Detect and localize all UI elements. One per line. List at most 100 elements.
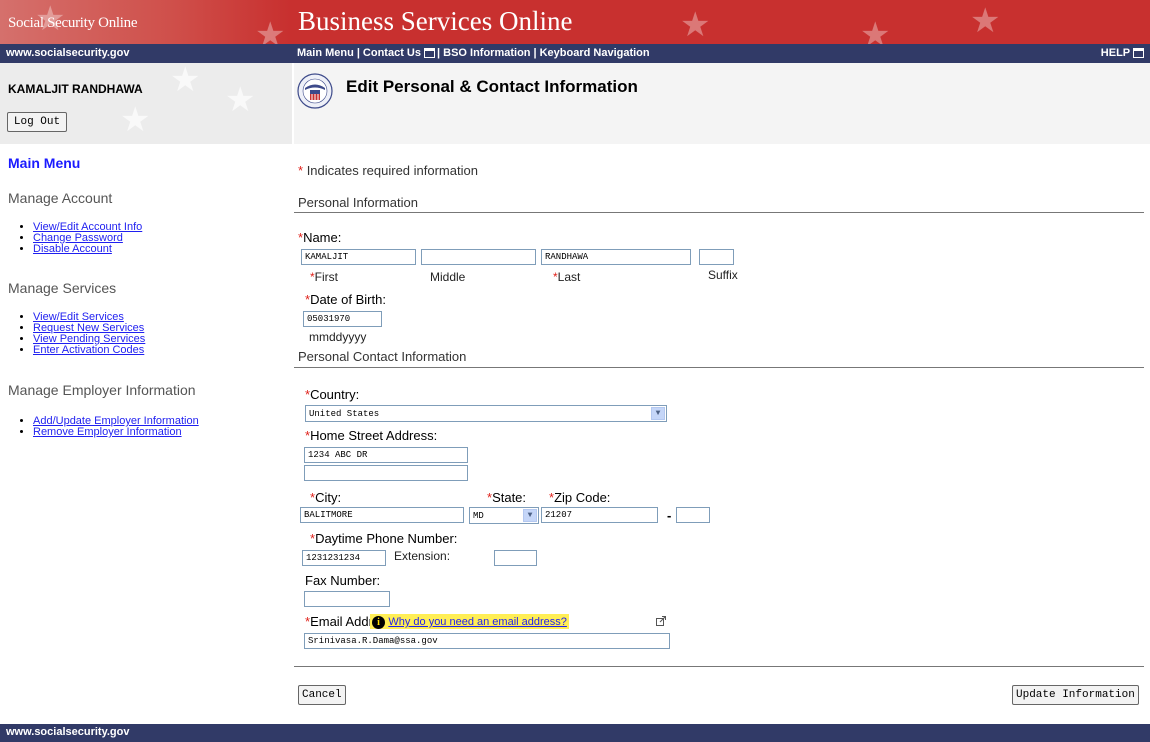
sidebar-item: Enter Activation Codes — [33, 345, 145, 356]
country-label-text: Country: — [310, 387, 360, 402]
logout-button[interactable]: Log Out — [7, 112, 67, 132]
street-address-line1-input[interactable] — [304, 447, 468, 463]
zip-label: *Zip Code: — [549, 490, 610, 505]
city-input[interactable] — [300, 507, 464, 523]
why-email-link[interactable]: Why do you need an email address? — [388, 616, 567, 628]
dob-label-text: Date of Birth: — [310, 292, 386, 307]
sidebar-section-manage-employer: Manage Employer Information — [8, 382, 196, 398]
zip-label-text: Zip Code: — [554, 490, 611, 505]
zip-code-input[interactable] — [541, 507, 658, 523]
external-link-icon[interactable] — [656, 616, 666, 626]
page-title: Edit Personal & Contact Information — [346, 77, 638, 96]
phone-input[interactable] — [302, 550, 386, 566]
new-window-icon — [1133, 48, 1144, 59]
city-label-text: City: — [315, 490, 342, 505]
street-address-line2-input[interactable] — [304, 465, 468, 481]
required-marker: * — [298, 163, 304, 178]
ssa-seal-icon — [297, 73, 333, 109]
street-label: *Home Street Address: — [305, 428, 437, 443]
middle-sublabel: Middle — [430, 270, 466, 284]
zip-plus4-input[interactable] — [676, 507, 710, 523]
state-select-value: MD — [473, 511, 484, 521]
country-label: *Country: — [305, 387, 359, 402]
page-header — [294, 63, 1150, 144]
dob-label: *Date of Birth: — [305, 292, 386, 307]
phone-label-text: Daytime Phone Number: — [315, 531, 458, 546]
sidebar-list-manage-services: View/Edit Services Request New Services … — [0, 312, 145, 356]
name-label-text: Name: — [303, 230, 342, 245]
required-note-text: Indicates required information — [306, 163, 478, 178]
why-email-help: i Why do you need an email address? — [370, 614, 569, 629]
email-input[interactable] — [304, 633, 670, 649]
fax-label: Fax Number: — [305, 573, 381, 588]
footer-site-link[interactable]: www.socialsecurity.gov — [6, 726, 130, 738]
site-brand[interactable]: Social Security Online — [8, 15, 138, 32]
sidebar-list-manage-account: View/Edit Account Info Change Password D… — [0, 222, 142, 255]
star-decoration-icon: ★ — [120, 101, 151, 139]
app-title: Business Services Online — [298, 6, 573, 36]
first-name-input[interactable] — [301, 249, 416, 265]
chevron-down-icon[interactable]: ▼ — [651, 407, 665, 420]
name-label: *Name: — [298, 230, 341, 245]
first-sublabel: *First — [310, 270, 338, 284]
fax-input[interactable] — [304, 591, 390, 607]
new-window-icon — [424, 48, 436, 59]
nav-links: Main Menu | Contact Us | BSO Information | Ke… — [297, 47, 650, 59]
zip-dash: - — [667, 508, 672, 523]
form-divider — [294, 666, 1144, 667]
extension-label: Extension: — [394, 549, 451, 563]
middle-name-input[interactable] — [421, 249, 536, 265]
user-name: KAMALJIT RANDHAWA — [8, 82, 143, 96]
last-sublabel-text: Last — [557, 270, 581, 284]
state-label: *State: — [487, 490, 526, 505]
suffix-input[interactable] — [699, 249, 734, 265]
nav-contact-us-link[interactable]: Contact Us — [363, 47, 421, 59]
sidebar-item-disable-account[interactable]: Disable Account — [33, 243, 112, 255]
update-information-button[interactable]: Update Information — [1012, 685, 1139, 705]
chevron-down-icon[interactable]: ▼ — [523, 509, 537, 522]
sidebar-main-menu-link[interactable]: Main Menu — [8, 155, 80, 171]
help-label: HELP — [1100, 47, 1130, 59]
section-divider — [294, 212, 1144, 213]
help-link[interactable]: HELP — [1101, 47, 1146, 59]
star-decoration-icon: ★ — [255, 16, 286, 44]
state-label-text: State: — [492, 490, 527, 505]
suffix-sublabel: Suffix — [708, 268, 738, 282]
dob-input[interactable] — [303, 311, 382, 327]
sidebar-item-remove-employer[interactable]: Remove Employer Information — [33, 426, 182, 438]
star-decoration-icon: ★ — [860, 16, 891, 44]
cancel-button[interactable]: Cancel — [298, 685, 346, 705]
country-select-value: United States — [309, 409, 380, 419]
last-name-input[interactable] — [541, 249, 691, 265]
sidebar-item: Remove Employer Information — [33, 427, 199, 438]
star-decoration-icon: ★ — [225, 81, 256, 119]
dob-format-hint: mmddyyyy — [309, 330, 367, 344]
last-sublabel: *Last — [553, 270, 580, 284]
nav-keyboard-navigation-link[interactable]: Keyboard Navigation — [540, 47, 650, 59]
nav-bso-information-link[interactable]: BSO Information — [443, 47, 530, 59]
site-url-link[interactable]: www.socialsecurity.gov — [6, 47, 130, 59]
section-contact-information: Personal Contact Information — [298, 349, 467, 364]
star-decoration-icon: ★ — [170, 61, 201, 99]
nav-main-menu-link[interactable]: Main Menu — [297, 47, 354, 59]
street-label-text: Home Street Address: — [310, 428, 438, 443]
first-sublabel-text: First — [314, 270, 338, 284]
star-decoration-icon: ★ — [970, 2, 1001, 40]
sidebar-section-manage-account: Manage Account — [8, 190, 113, 206]
star-decoration-icon: ★ — [680, 6, 711, 44]
state-select[interactable]: MD ▼ — [469, 507, 539, 524]
country-select[interactable]: United States ▼ — [305, 405, 667, 422]
top-banner: ★ ★ ★ ★ ★ Social Security Online Busines… — [0, 0, 1150, 44]
extension-input[interactable] — [494, 550, 537, 566]
required-note: * Indicates required information — [298, 163, 478, 178]
info-icon: i — [372, 616, 385, 629]
phone-label: *Daytime Phone Number: — [310, 531, 457, 546]
footer — [0, 724, 1150, 742]
sidebar-list-manage-employer: Add/Update Employer Information Remove E… — [0, 416, 199, 438]
section-divider — [294, 367, 1144, 368]
sidebar-item-enter-activation-codes[interactable]: Enter Activation Codes — [33, 344, 144, 356]
city-label: *City: — [310, 490, 341, 505]
sidebar-section-manage-services: Manage Services — [8, 280, 117, 296]
sidebar-item: Disable Account — [33, 244, 142, 255]
section-personal-information: Personal Information — [298, 195, 418, 210]
